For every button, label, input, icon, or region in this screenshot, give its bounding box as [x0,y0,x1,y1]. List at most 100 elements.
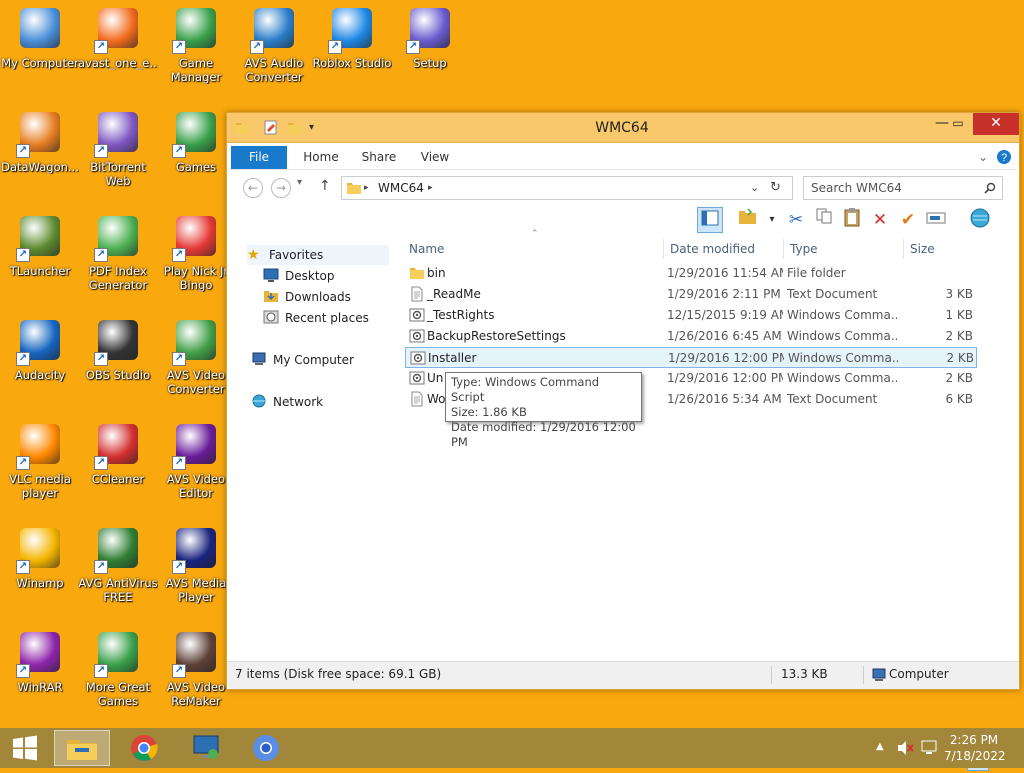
volume-muted-icon[interactable] [896,740,914,756]
file-row[interactable]: BackupRestoreSettings 1/26/2016 6:45 AM Wi… [405,326,977,347]
shortcut-arrow-icon: ↗ [94,664,108,678]
address-dropdown-icon[interactable]: ⌄ [750,177,759,199]
file-row[interactable]: _TestRights 12/15/2015 9:19 AM Windows Com… [405,305,977,326]
desktop-icon-item[interactable]: ↗ Play Nick Jr Bingo [156,208,236,308]
column-divider[interactable] [903,239,904,259]
desktop-icon-item[interactable]: ↗ Audacity [0,312,80,412]
taskbar-chromium[interactable] [238,730,294,766]
show-hidden-icons[interactable]: ▲ [876,741,884,752]
tab-home[interactable]: Home [301,146,341,169]
file-row[interactable]: _ReadMe 1/29/2016 2:11 PM Text Document 3 K… [405,284,977,305]
desktop-icon-item[interactable]: ↗ More Great Games [78,624,158,724]
refresh-icon[interactable]: ↻ [770,177,781,199]
chromium-icon [253,735,279,761]
desktop-icon-item[interactable]: ↗ avast_one_e... [78,0,158,100]
file-row[interactable]: Installer 1/29/2016 12:00 PM Windows Comma… [405,347,977,368]
desktop-icon-item[interactable]: My Computer [0,0,80,100]
shortcut-arrow-icon: ↗ [328,40,342,54]
desktop-icon-item[interactable]: ↗ AVS Media Player [156,520,236,620]
nav-network[interactable]: Network [251,392,323,412]
cut-icon[interactable]: ✂ [783,207,809,233]
delete-icon[interactable]: ✕ [867,207,893,233]
desktop-icon-item[interactable]: ↗ PDF Index Generator [78,208,158,308]
breadcrumb-arrow-icon[interactable]: ▸ [428,177,433,199]
desktop-icon-item[interactable]: ↗ DataWagon... [0,104,80,204]
address-field[interactable]: ▸ WMC64 ▸ ⌄ ↻ [341,176,793,200]
file-date-modified: 1/29/2016 2:11 PM [667,287,781,301]
check-icon[interactable]: ✔ [895,207,921,233]
desktop-icon-item[interactable]: ↗ AVS Video ReMaker [156,624,236,724]
desktop-icon-item[interactable]: ↗ WinRAR [0,624,80,724]
column-size[interactable]: Size [910,239,935,259]
desktop-icon-item[interactable]: ↗ Setup [390,0,470,100]
desktop-icon-item[interactable]: ↗ Game Manager [156,0,236,100]
tab-share[interactable]: Share [357,146,401,169]
desktop-icon-item[interactable]: ↗ OBS Studio [78,312,158,412]
expand-ribbon-icon[interactable]: ⌄ [975,146,991,169]
maximize-button[interactable]: ▭ [943,113,973,135]
desktop-icon-item[interactable]: ↗ Roblox Studio [312,0,392,100]
help-icon[interactable]: ? [996,149,1012,165]
shortcut-arrow-icon: ↗ [172,352,186,366]
desktop-icon-item[interactable]: ↗ AVS Audio Converter [234,0,314,100]
breadcrumb-wmc64[interactable]: WMC64 [378,177,424,199]
globe-icon[interactable] [967,207,993,233]
new-folder-icon[interactable] [287,120,303,135]
dropdown-icon[interactable]: ▾ [759,207,785,233]
copy-icon[interactable] [811,207,837,233]
paste-icon[interactable] [839,207,865,233]
column-divider[interactable] [783,239,784,259]
back-button[interactable]: ← [243,178,263,198]
address-bar-row: ← → ▾ ↑ ▸ WMC64 ▸ ⌄ ↻ Search WMC64 [233,175,1013,201]
desktop-icon-label: My Computer [1,56,79,70]
desktop-icon-item[interactable]: ↗ BitTorrent Web [78,104,158,204]
desktop-icon-item[interactable]: ↗ AVS Video Converter [156,312,236,412]
column-name[interactable]: Name [409,239,444,259]
nav-my-computer[interactable]: My Computer [251,350,354,370]
column-date-modified[interactable]: Date modified [670,239,755,259]
desktop-icon-item[interactable]: ↗ AVG AntiVirus FREE [78,520,158,620]
status-bar: 7 items (Disk free space: 69.1 GB) 13.3 … [227,661,1019,689]
desktop-icon-item[interactable]: ↗ Winamp [0,520,80,620]
taskbar-chrome[interactable] [116,730,172,766]
customize-qat-icon[interactable]: ▾ [309,120,325,135]
nav-favorites[interactable]: ★ Favorites [247,245,389,265]
nav-recent-places[interactable]: Recent places [263,308,369,328]
app-icon: ↗ [172,214,220,262]
nav-label: My Computer [273,353,354,367]
folder-options-icon[interactable] [735,207,761,233]
column-type[interactable]: Type [790,239,818,259]
forward-button[interactable]: → [271,178,291,198]
title-bar[interactable]: ▾ WMC64 — ▭ ✕ [227,113,1019,143]
search-input[interactable]: Search WMC64 [803,176,1003,200]
nav-downloads[interactable]: Downloads [263,287,351,307]
app-icon: ↗ [172,6,220,54]
close-button[interactable]: ✕ [973,113,1019,135]
network-status-icon[interactable] [920,739,938,757]
desktop-icon-item[interactable]: ↗ VLC media player [0,416,80,516]
clock[interactable]: 2:26 PM 7/18/2022 [944,732,1006,764]
tab-file[interactable]: File [231,146,287,169]
taskbar-file-explorer[interactable] [54,730,110,766]
nav-desktop[interactable]: Desktop [263,266,335,286]
star-icon: ★ [247,247,260,263]
taskbar-remote-desktop[interactable] [178,730,234,766]
status-location: Computer [889,667,949,681]
recent-locations-icon[interactable]: ▾ [297,177,302,188]
desktop-icon-item[interactable]: ↗ CCleaner [78,416,158,516]
column-divider[interactable] [663,239,664,259]
properties-icon[interactable] [263,120,279,135]
tab-view[interactable]: View [417,146,453,169]
desktop-icon-item[interactable]: ↗ Games [156,104,236,204]
file-size: 6 KB [945,392,973,406]
rename-icon[interactable] [923,207,949,233]
desktop-icon-item[interactable]: ↗ TLauncher [0,208,80,308]
text-document-icon [411,391,423,407]
start-button[interactable] [0,730,50,766]
file-row[interactable]: bin 1/29/2016 11:54 AM File folder [405,263,977,284]
breadcrumb-arrow-icon[interactable]: ▸ [364,177,369,199]
desktop-icon-label: AVS Audio Converter [244,56,304,84]
desktop-icon-item[interactable]: ↗ AVS Video Editor [156,416,236,516]
up-button[interactable]: ↑ [319,178,331,194]
preview-pane-icon[interactable] [697,207,723,233]
